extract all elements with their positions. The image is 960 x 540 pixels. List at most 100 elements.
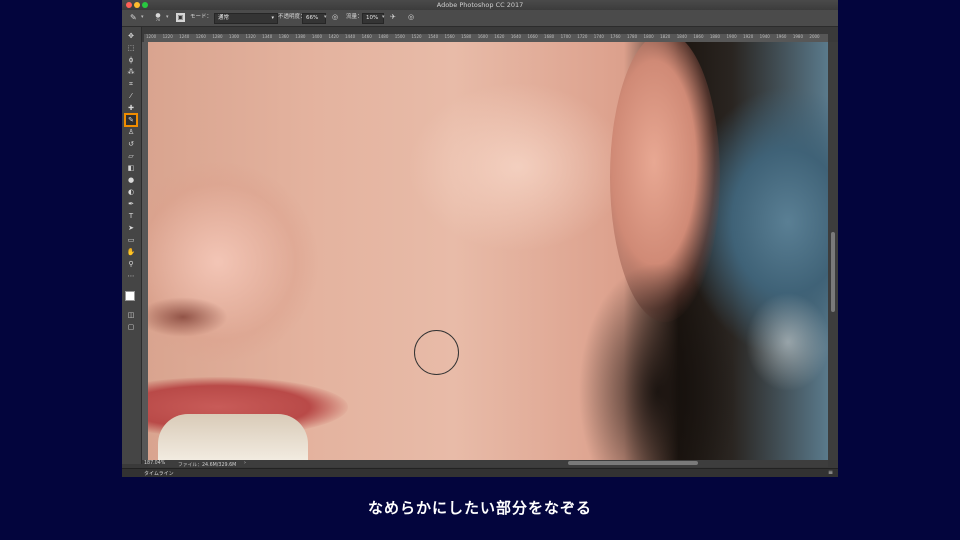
panel-menu-icon[interactable]: ≡ (828, 469, 833, 476)
gradient-tool-icon[interactable]: ◧ (126, 163, 136, 173)
foreground-color-swatch[interactable] (125, 291, 135, 301)
ruler-tick-label: 1360 (278, 34, 289, 39)
teeth (158, 414, 308, 460)
ruler-tick-label: 1480 (378, 34, 389, 39)
ruler-tick-label: 1880 (709, 34, 721, 39)
flow-input[interactable]: 10% (362, 13, 384, 24)
eyedropper-tool-icon[interactable]: ⁄ (126, 91, 136, 101)
ruler-tick-label: 1800 (643, 34, 654, 39)
image-canvas[interactable] (148, 42, 828, 460)
chevron-down-icon[interactable]: ▾ (166, 13, 169, 22)
history-brush-tool-icon[interactable]: ↺ (126, 139, 136, 149)
toolbox: ✥ ⬚ ϕ ⁂ ⌗ ⁄ ✚ ✎ ♙ ↺ ▱ ◧ ● ◐ ✒ T ➤ ▭ ✋ ⚲ ⋯ ◫ ▢ (122, 27, 142, 464)
quick-mask-icon[interactable]: ◫ (126, 310, 136, 320)
ruler-tick-label: 1680 (544, 34, 555, 39)
path-selection-tool-icon[interactable]: ➤ (126, 223, 136, 233)
photoshop-window: Adobe Photoshop CC 2017 ✎ ▾ ● 70 ▾ ▣ モード… (122, 0, 838, 477)
magic-wand-tool-icon[interactable]: ⁂ (126, 67, 136, 77)
eraser-tool-icon[interactable]: ▱ (126, 151, 136, 161)
mode-select[interactable]: 通常 ▾ (214, 13, 278, 24)
hair (578, 262, 738, 460)
ruler-tick-label: 1320 (245, 34, 256, 39)
airbrush-icon[interactable]: ✈ (390, 13, 396, 22)
ruler-tick-label: 1540 (427, 34, 439, 39)
ruler-tick-label: 1940 (759, 34, 770, 39)
color-swatches[interactable] (125, 291, 139, 305)
ruler-tick-label: 1420 (328, 34, 339, 39)
ruler-tick-label: 1860 (693, 34, 704, 39)
ruler-tick-label: 1640 (510, 34, 522, 39)
options-bar: ✎ ▾ ● 70 ▾ ▣ モード： 通常 ▾ 不透明度： 66% ▾ ◎ 流量：… (122, 10, 838, 27)
ruler-tick-label: 1200 (146, 34, 157, 39)
ruler-tick-label: 1760 (610, 34, 621, 39)
chevron-down-icon[interactable]: ▾ (324, 13, 327, 22)
vertical-scrollbar[interactable] (828, 42, 838, 460)
pressure-size-icon[interactable]: ◎ (408, 13, 414, 22)
ruler-tick-label: 1960 (776, 34, 787, 39)
zoom-level[interactable]: 187.04% (144, 461, 165, 466)
ruler-tick-label: 1900 (726, 34, 737, 39)
window-title: Adobe Photoshop CC 2017 (436, 1, 524, 9)
ruler-tick-label: 1920 (743, 34, 754, 39)
rectangle-tool-icon[interactable]: ▭ (126, 235, 136, 245)
ruler-tick-label: 1340 (262, 34, 273, 39)
ruler-tick-label: 1840 (676, 34, 687, 39)
blur-tool-icon[interactable]: ● (126, 175, 136, 185)
marquee-tool-icon[interactable]: ⬚ (126, 43, 136, 53)
clone-stamp-tool-icon[interactable]: ♙ (126, 127, 136, 137)
ruler-tick-label: 1500 (394, 34, 405, 39)
ruler-tick-label: 1580 (461, 34, 472, 39)
cheek-highlight (408, 82, 628, 252)
pressure-opacity-icon[interactable]: ◎ (332, 13, 338, 22)
chevron-down-icon: ▾ (271, 15, 274, 21)
hand-tool-icon[interactable]: ✋ (126, 247, 136, 257)
timeline-panel-tab[interactable]: タイムライン ≡ (122, 468, 838, 477)
ruler-tick-label: 1440 (345, 34, 356, 39)
ruler-tick-label: 1280 (212, 34, 223, 39)
timeline-label: タイムライン (144, 471, 174, 477)
more-tools-icon[interactable]: ⋯ (126, 271, 136, 281)
move-tool-icon[interactable]: ✥ (126, 31, 136, 41)
vertical-scroll-thumb[interactable] (831, 232, 835, 312)
ruler-tick-label: 1300 (228, 34, 240, 39)
flow-label: 流量： (346, 14, 363, 20)
ruler-tick-label: 1520 (411, 34, 422, 39)
zoom-tool-icon[interactable]: ⚲ (126, 259, 136, 269)
ruler-tick-label: 1780 (626, 34, 638, 39)
brush-cursor (414, 330, 459, 375)
brush-panel-icon[interactable]: ▣ (176, 13, 185, 22)
type-tool-icon[interactable]: T (126, 211, 136, 221)
ruler-tick-label: 2000 (809, 34, 820, 39)
ruler-tick-label: 1560 (444, 34, 455, 39)
file-size-info: ファイル：24.6M/329.6M (178, 463, 237, 468)
screen-mode-icon[interactable]: ▢ (126, 322, 136, 332)
brush-preset-icon[interactable]: ✎ (130, 13, 137, 22)
ruler-tick-label: 1660 (527, 34, 538, 39)
ruler-tick-label: 1380 (295, 34, 306, 39)
ruler-tick-label: 1240 (179, 34, 190, 39)
healing-brush-tool-icon[interactable]: ✚ (126, 103, 136, 113)
caption-subtitle: なめらかにしたい部分をなぞる (367, 499, 592, 517)
pen-tool-icon[interactable]: ✒ (126, 199, 136, 209)
ruler-tick-label: 1740 (593, 34, 604, 39)
ruler-tick-label: 1600 (477, 34, 488, 39)
ruler-tick-label: 1700 (560, 34, 571, 39)
chevron-right-icon[interactable]: › (244, 461, 246, 466)
lasso-tool-icon[interactable]: ϕ (126, 55, 136, 65)
ruler-tick-label: 1220 (162, 34, 173, 39)
brush-tool-icon[interactable]: ✎ (124, 113, 138, 127)
ruler-tick-label: 1460 (361, 34, 372, 39)
brush-size-picker[interactable]: ● 70 (152, 13, 164, 23)
ruler-tick-label: 1260 (195, 34, 206, 39)
mode-label: モード： (190, 14, 213, 20)
mode-value: 通常 (218, 15, 230, 21)
chevron-down-icon[interactable]: ▾ (382, 13, 385, 22)
dodge-tool-icon[interactable]: ◐ (126, 187, 136, 197)
opacity-input[interactable]: 66% (302, 13, 326, 24)
chevron-down-icon[interactable]: ▾ (141, 13, 144, 22)
status-bar: 187.04% ファイル：24.6M/329.6M › (122, 460, 838, 468)
ruler-tick-label: 1400 (311, 34, 323, 39)
ruler-tick-label: 1820 (660, 34, 671, 39)
crop-tool-icon[interactable]: ⌗ (126, 79, 136, 89)
ruler-tick-label: 1720 (577, 34, 588, 39)
